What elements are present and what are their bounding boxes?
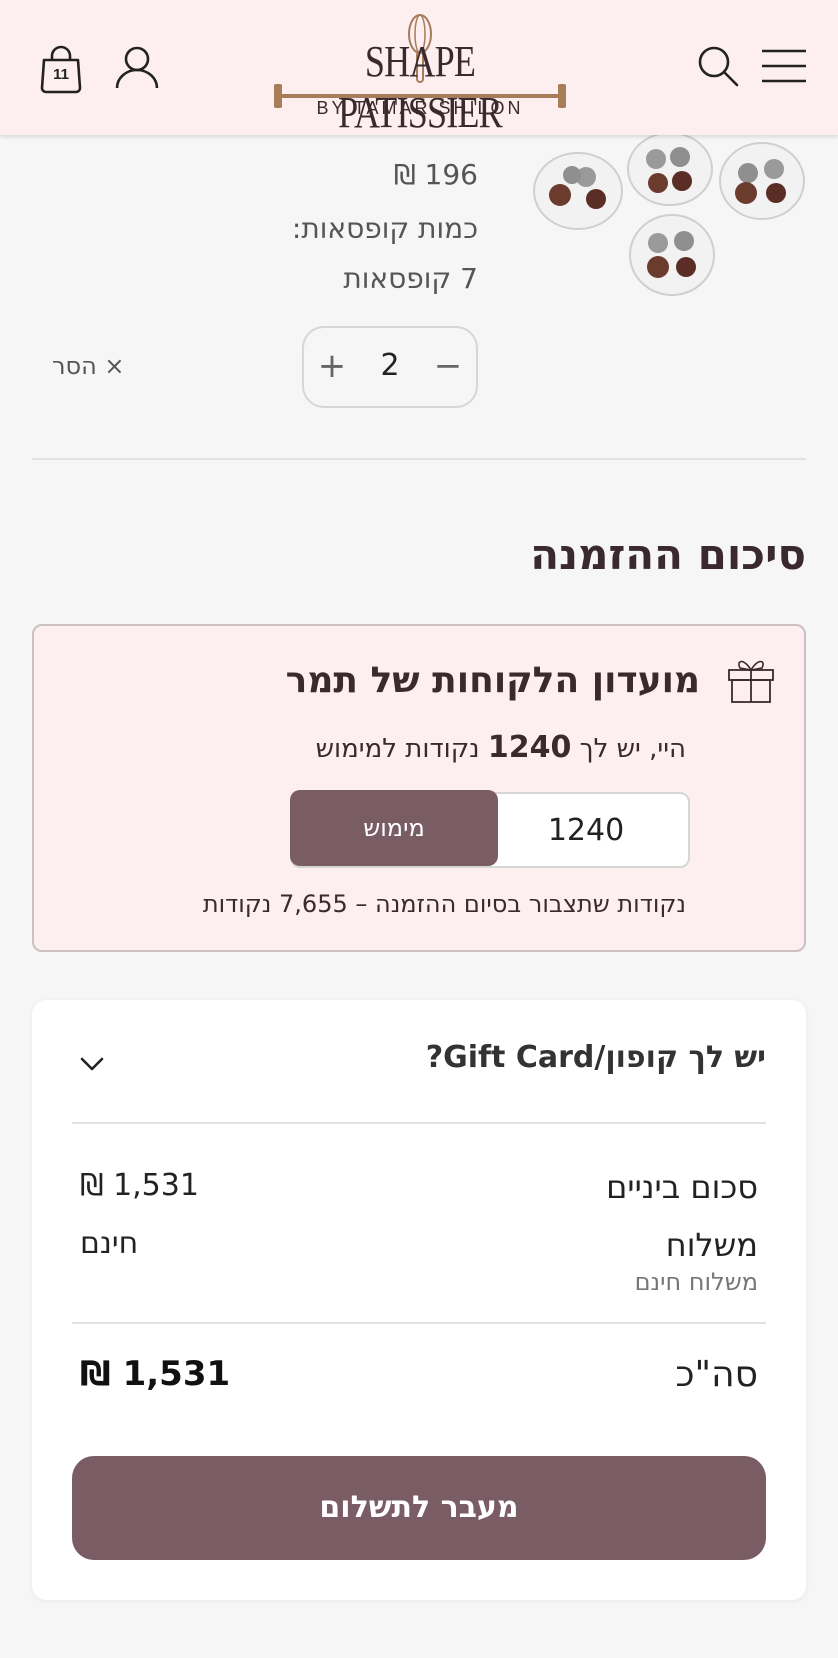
product-box-4 bbox=[629, 214, 715, 296]
club-title: מועדון הלקוחות של תמר bbox=[285, 660, 700, 701]
product-image[interactable] bbox=[530, 125, 810, 305]
boxes-quantity-value: 7 קופסאות bbox=[343, 262, 478, 295]
quantity-stepper: + 2 − bbox=[302, 326, 478, 408]
divider bbox=[72, 1122, 766, 1124]
decrease-quantity-button[interactable]: − bbox=[428, 346, 468, 386]
points-input[interactable] bbox=[486, 796, 686, 864]
points-amount: 1240 bbox=[487, 730, 572, 765]
checkout-button[interactable]: מעבר לתשלום bbox=[72, 1456, 766, 1560]
quantity-value[interactable]: 2 bbox=[352, 346, 428, 386]
points-prefix: היי, יש לך bbox=[571, 734, 686, 764]
product-box-1 bbox=[533, 152, 623, 230]
points-suffix: נקודות למימוש bbox=[315, 734, 488, 764]
search-icon[interactable] bbox=[696, 44, 740, 88]
product-box-2 bbox=[627, 132, 713, 206]
future-points-text: נקודות שתצבור בסיום ההזמנה – 7,655 נקודו… bbox=[202, 890, 686, 918]
logo-title: SHAPE PATISSIER bbox=[338, 37, 503, 137]
boxes-quantity-label: כמות קופסאות: bbox=[291, 212, 478, 245]
cart-icon[interactable]: 11 bbox=[38, 44, 84, 94]
brand-logo[interactable]: SHAPE PATISSIER BY TAMAR SHILON bbox=[272, 14, 568, 137]
menu-icon[interactable] bbox=[760, 48, 808, 84]
site-header: 11 SHAPE PATISSIER BY TAMAR SHILON bbox=[0, 0, 838, 137]
gift-icon bbox=[726, 654, 776, 704]
shipping-value: חינם bbox=[80, 1226, 139, 1261]
total-label: סה"כ bbox=[675, 1354, 758, 1395]
order-summary-title: סיכום ההזמנה bbox=[530, 530, 806, 579]
available-points-text: היי, יש לך 1240 נקודות למימוש bbox=[316, 730, 686, 765]
subtotal-label: סכום ביניים bbox=[606, 1168, 758, 1206]
increase-quantity-button[interactable]: + bbox=[312, 346, 352, 386]
chevron-down-icon[interactable] bbox=[78, 1054, 106, 1074]
redeem-points-button[interactable]: מימוש bbox=[290, 790, 498, 866]
shipping-method: משלוח חינם bbox=[634, 1268, 758, 1296]
customer-club-box: מועדון הלקוחות של תמר היי, יש לך 1240 נק… bbox=[32, 624, 806, 952]
order-totals-card: יש לך קופון/Gift Card? סכום ביניים 1,531… bbox=[32, 1000, 806, 1600]
remove-item-link[interactable]: × הסר bbox=[52, 352, 125, 380]
product-price: 196 ₪ bbox=[393, 158, 478, 191]
logo-subtitle: BY TAMAR SHILON bbox=[316, 98, 524, 118]
divider bbox=[32, 458, 806, 460]
cart-count-badge: 11 bbox=[53, 66, 69, 83]
shipping-label: משלוח bbox=[665, 1226, 758, 1264]
coupon-toggle[interactable]: יש לך קופון/Gift Card? bbox=[426, 1040, 766, 1075]
total-value: 1,531 ₪ bbox=[80, 1354, 231, 1394]
product-box-3 bbox=[719, 142, 805, 220]
subtotal-value: 1,531 ₪ bbox=[80, 1168, 199, 1203]
divider bbox=[72, 1322, 766, 1324]
user-icon[interactable] bbox=[114, 44, 160, 90]
